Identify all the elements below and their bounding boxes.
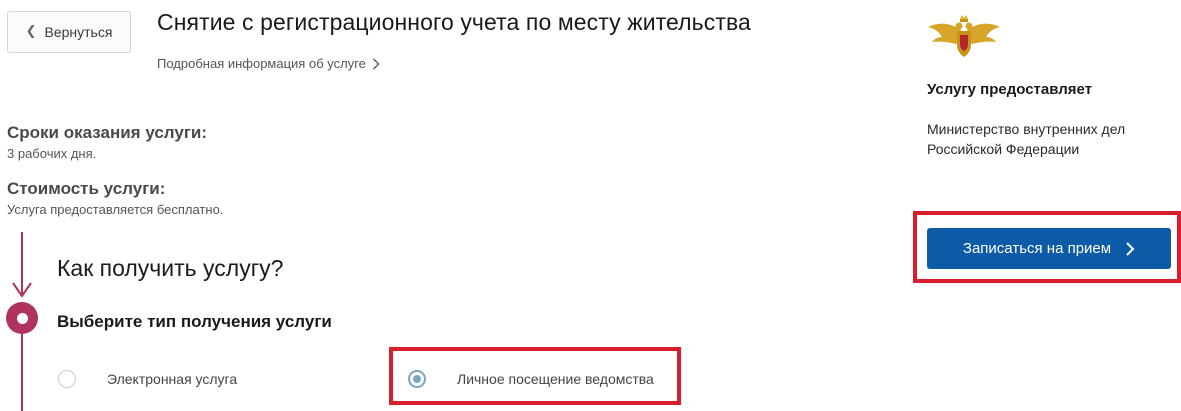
- chevron-left-icon: ❮: [25, 23, 37, 38]
- chevron-right-icon: [1126, 241, 1135, 256]
- cost-value: Услуга предоставляется бесплатно.: [7, 202, 224, 217]
- terms-value: 3 рабочих дня.: [7, 146, 97, 161]
- radio-office-visit[interactable]: [408, 370, 426, 388]
- how-to-get-title: Как получить услугу?: [57, 255, 284, 281]
- timeline-line-bottom: [21, 334, 23, 411]
- book-appointment-button-label: Записаться на прием: [962, 240, 1112, 257]
- terms-label: Сроки оказания услуги:: [7, 123, 208, 142]
- step-indicator-dot: [16, 312, 28, 324]
- page-title: Снятие с регистрационного учета по месту…: [157, 9, 751, 35]
- service-info-link[interactable]: Подробная информация об услуге: [157, 56, 380, 71]
- radio-electronic-service[interactable]: [58, 370, 76, 388]
- radio-electronic-service-label[interactable]: Электронная услуга: [107, 371, 237, 387]
- arrow-down-icon: [12, 282, 32, 298]
- back-button[interactable]: ❮ Вернуться: [7, 11, 131, 53]
- provider-title: Услугу предоставляет: [927, 81, 1093, 98]
- chevron-right-icon: [372, 58, 380, 69]
- step-indicator: [6, 302, 38, 334]
- cost-label: Стоимость услуги:: [7, 179, 166, 198]
- step-label: Выберите тип получения услуги: [57, 312, 332, 331]
- eagle-emblem-icon: [928, 15, 1000, 57]
- service-info-link-label: Подробная информация об услуге: [157, 56, 366, 71]
- book-appointment-button[interactable]: Записаться на прием: [927, 228, 1171, 269]
- radio-office-visit-dot: [413, 375, 421, 383]
- back-button-label: Вернуться: [44, 24, 113, 40]
- radio-office-visit-label[interactable]: Личное посещение ведомства: [457, 371, 654, 387]
- provider-name: Министерство внутренних дел Российской Ф…: [927, 121, 1126, 157]
